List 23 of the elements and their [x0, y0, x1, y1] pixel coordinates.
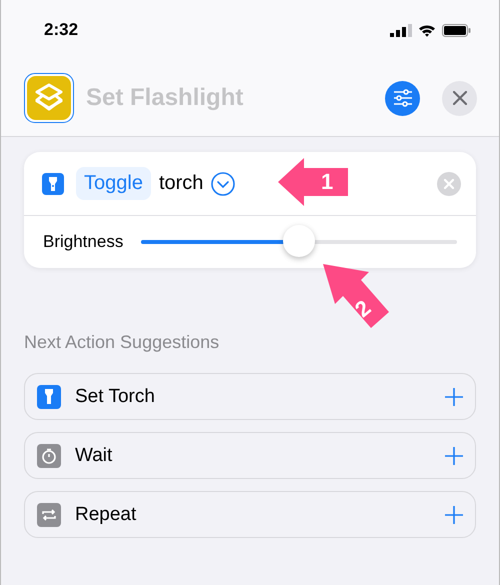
signal-icon — [390, 24, 412, 36]
suggestion-item[interactable]: Set Torch — [24, 373, 476, 420]
toggle-parameter[interactable]: Toggle — [76, 167, 151, 200]
app-icon[interactable] — [24, 73, 74, 123]
close-button[interactable] — [442, 80, 477, 116]
slider-thumb[interactable] — [283, 225, 316, 257]
battery-icon — [442, 24, 471, 36]
section-title: Next Action Suggestions — [24, 332, 220, 353]
add-icon[interactable] — [445, 388, 463, 406]
add-icon[interactable] — [445, 506, 463, 524]
wifi-icon — [418, 24, 436, 36]
flashlight-icon — [42, 172, 64, 194]
chevron-down-icon[interactable] — [211, 172, 236, 196]
annotation-arrow: 1 — [278, 158, 348, 206]
sliders-icon — [392, 89, 412, 107]
close-icon — [452, 91, 466, 105]
action-object: torch — [158, 172, 204, 195]
add-icon[interactable] — [445, 446, 463, 464]
settings-button[interactable] — [385, 80, 420, 116]
suggestion-item[interactable]: Wait — [24, 432, 476, 479]
suggestion-item[interactable]: Repeat — [24, 491, 476, 538]
brightness-label: Brightness — [43, 232, 124, 252]
status-time: 2:32 — [44, 20, 78, 40]
